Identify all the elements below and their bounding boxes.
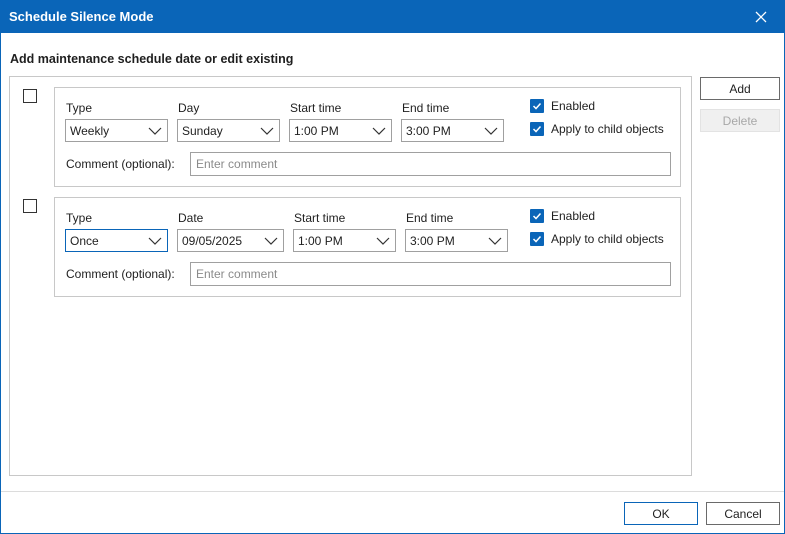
- type-value: Weekly: [70, 124, 110, 138]
- day-label: Day: [178, 101, 200, 115]
- enabled-checkbox[interactable]: [530, 209, 544, 223]
- ok-button[interactable]: OK: [624, 502, 698, 525]
- row-select-checkbox[interactable]: [23, 89, 37, 103]
- apply-to-child-label: Apply to child objects: [551, 232, 664, 246]
- chevron-down-icon: [148, 237, 162, 245]
- start-time-value: 1:00 PM: [294, 124, 339, 138]
- chevron-down-icon: [484, 127, 498, 135]
- chevron-down-icon: [376, 237, 390, 245]
- chevron-down-icon: [260, 127, 274, 135]
- date-value: 09/05/2025: [182, 234, 243, 248]
- end-time-label: End time: [402, 101, 450, 115]
- close-button[interactable]: [748, 5, 774, 29]
- end-time-label: End time: [406, 211, 454, 225]
- enabled-checkbox[interactable]: [530, 99, 544, 113]
- type-label: Type: [66, 211, 93, 225]
- row-select-checkbox[interactable]: [23, 199, 37, 213]
- start-time-dropdown[interactable]: 1:00 PM: [293, 229, 396, 252]
- apply-to-child-label: Apply to child objects: [551, 122, 664, 136]
- start-time-value: 1:00 PM: [298, 234, 343, 248]
- comment-label: Comment (optional):: [66, 157, 175, 171]
- start-time-dropdown[interactable]: 1:00 PM: [289, 119, 392, 142]
- enabled-label: Enabled: [551, 209, 596, 223]
- window-title: Schedule Silence Mode: [9, 9, 154, 24]
- end-time-dropdown[interactable]: 3:00 PM: [401, 119, 504, 142]
- cancel-button[interactable]: Cancel: [706, 502, 780, 525]
- end-time-value: 3:00 PM: [410, 234, 455, 248]
- type-value: Once: [70, 234, 99, 248]
- end-time-dropdown[interactable]: 3:00 PM: [405, 229, 508, 252]
- enabled-label: Enabled: [551, 99, 596, 113]
- chevron-down-icon: [264, 237, 278, 245]
- close-icon: [755, 11, 767, 23]
- day-dropdown[interactable]: Sunday: [177, 119, 280, 142]
- schedule-entry: Type Weekly Day Sunday Start time 1:00 P…: [54, 87, 681, 187]
- type-dropdown[interactable]: Weekly: [65, 119, 168, 142]
- apply-to-child-checkbox[interactable]: [530, 232, 544, 246]
- start-time-label: Start time: [294, 211, 346, 225]
- end-time-value: 3:00 PM: [406, 124, 451, 138]
- comment-label: Comment (optional):: [66, 267, 175, 281]
- start-time-label: Start time: [290, 101, 342, 115]
- day-value: Sunday: [182, 124, 223, 138]
- chevron-down-icon: [148, 127, 162, 135]
- chevron-down-icon: [372, 127, 386, 135]
- checkmark-icon: [532, 125, 542, 133]
- date-picker[interactable]: 09/05/2025: [177, 229, 284, 252]
- footer-divider: [1, 491, 784, 492]
- delete-button[interactable]: Delete: [700, 109, 780, 132]
- page-heading: Add maintenance schedule date or edit ex…: [10, 52, 294, 66]
- comment-input[interactable]: [190, 152, 671, 176]
- add-button[interactable]: Add: [700, 77, 780, 100]
- type-label: Type: [66, 101, 93, 115]
- checkmark-icon: [532, 235, 542, 243]
- type-dropdown[interactable]: Once: [65, 229, 168, 252]
- apply-to-child-checkbox[interactable]: [530, 122, 544, 136]
- checkmark-icon: [532, 102, 542, 110]
- title-bar: Schedule Silence Mode: [0, 0, 785, 33]
- checkmark-icon: [532, 212, 542, 220]
- chevron-down-icon: [488, 237, 502, 245]
- comment-input[interactable]: [190, 262, 671, 286]
- schedule-entry: Type Once Date 09/05/2025 Start time 1:0…: [54, 197, 681, 297]
- date-label: Date: [178, 211, 204, 225]
